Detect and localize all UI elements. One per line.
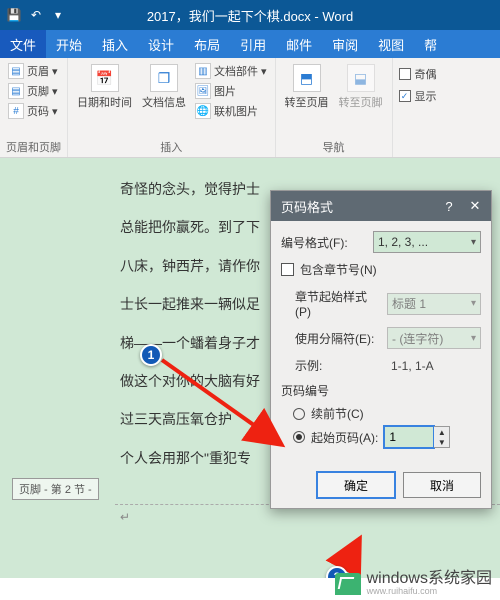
help-icon[interactable]: ?: [439, 196, 459, 216]
checkbox-icon: [399, 68, 411, 80]
onlinepicture-button[interactable]: 🌐联机图片: [193, 102, 269, 120]
spinner-up-icon[interactable]: ▲: [434, 427, 449, 437]
doc-text-line: 士长一起推来一辆似足: [4, 293, 284, 315]
dialog-titlebar[interactable]: 页码格式 ? ✕: [271, 191, 491, 221]
separator-dropdown[interactable]: - (连字符)▾: [387, 327, 481, 349]
footer-icon: ▤: [8, 83, 24, 99]
tab-review[interactable]: 审阅: [322, 30, 368, 58]
watermark-logo-icon: [335, 573, 361, 595]
chevron-down-icon: ▾: [471, 333, 476, 344]
ribbon-group-label: 导航: [282, 139, 386, 155]
tab-mailings[interactable]: 邮件: [276, 30, 322, 58]
ribbon-tabs: 文件 开始 插入 设计 布局 引用 邮件 审阅 视图 帮: [0, 30, 500, 58]
chevron-down-icon: ▾: [261, 65, 267, 78]
docinfo-icon: ❐: [150, 64, 178, 92]
pagenumber-icon: #: [8, 103, 24, 119]
header-icon: ▤: [8, 63, 24, 79]
gotoheader-icon: ⬒: [293, 64, 321, 92]
ribbon-group-label: 页眉和页脚: [6, 139, 61, 155]
radio-icon: [293, 408, 305, 420]
ribbon-group-nav: ⬒转至页眉 ⬓转至页脚 导航: [276, 58, 393, 157]
quickparts-button[interactable]: ▥文档部件▾: [193, 62, 269, 80]
doc-text-line: 总能把你赢死。到了下: [4, 216, 284, 238]
gotofooter-icon: ⬓: [347, 64, 375, 92]
save-icon[interactable]: 💾: [6, 7, 22, 23]
parts-icon: ▥: [195, 63, 211, 79]
watermark-text: windows系统家园: [367, 571, 492, 587]
chevron-down-icon: ▾: [52, 85, 58, 98]
header-button[interactable]: ▤页眉▾: [6, 62, 60, 80]
quickaccess-chevron-icon[interactable]: ▾: [50, 7, 66, 23]
tab-file[interactable]: 文件: [0, 30, 46, 58]
continue-prev-radio[interactable]: 续前节(C): [293, 405, 481, 422]
separator-label: 使用分隔符(E):: [295, 330, 381, 347]
checkbox-icon: ✓: [399, 90, 411, 102]
onlinepic-icon: 🌐: [195, 103, 211, 119]
start-at-radio[interactable]: 起始页码(A): ▲▼: [293, 426, 481, 448]
pagenumber-section-label: 页码编号: [281, 382, 481, 399]
dialog-title-text: 页码格式: [281, 197, 333, 216]
watermark-url: www.ruihaifu.com: [367, 587, 492, 596]
footer-button[interactable]: ▤页脚▾: [6, 82, 60, 100]
picture-button[interactable]: 🖼图片: [193, 82, 269, 100]
tab-home[interactable]: 开始: [46, 30, 92, 58]
doc-text-line: 奇怪的念头，觉得护士: [4, 178, 284, 200]
close-icon[interactable]: ✕: [465, 196, 485, 216]
number-format-dropdown[interactable]: 1, 2, 3, ...▾: [373, 231, 481, 253]
footer-section-marker: 页脚 - 第 2 节 -: [12, 478, 99, 500]
picture-icon: 🖼: [195, 83, 211, 99]
chevron-down-icon: ▾: [471, 237, 476, 248]
ribbon-group-headerfooter: ▤页眉▾ ▤页脚▾ #页码▾ 页眉和页脚: [0, 58, 68, 157]
page-number-format-dialog: 页码格式 ? ✕ 编号格式(F): 1, 2, 3, ...▾ 包含章节号(N)…: [270, 190, 492, 509]
chevron-down-icon: ▾: [52, 105, 58, 118]
start-at-input[interactable]: [384, 426, 434, 448]
window-title: 2017，我们一起下个棋.docx - Word: [147, 6, 353, 25]
undo-icon[interactable]: ↶: [28, 7, 44, 23]
include-chapter-checkbox[interactable]: 包含章节号(N): [281, 261, 481, 278]
chapter-start-label: 章节起始样式(P): [295, 288, 381, 319]
tab-layout[interactable]: 布局: [184, 30, 230, 58]
gotoheader-button[interactable]: ⬒转至页眉: [282, 62, 332, 112]
doc-text-line: 八床，钟西芹，请作你: [4, 255, 284, 277]
tab-view[interactable]: 视图: [368, 30, 414, 58]
titlebar: 💾 ↶ ▾ 2017，我们一起下个棋.docx - Word: [0, 0, 500, 30]
datetime-button[interactable]: 📅日期和时间: [74, 62, 135, 112]
chapter-start-dropdown[interactable]: 标题 1▾: [387, 293, 481, 315]
radio-icon: [293, 431, 305, 443]
doc-text-line: 个人会用那个"重犯专: [4, 447, 284, 469]
watermark: windows系统家园 www.ruihaifu.com: [335, 571, 492, 596]
ribbon: ▤页眉▾ ▤页脚▾ #页码▾ 页眉和页脚 📅日期和时间 ❐文档信息 ▥文档部件▾…: [0, 58, 500, 158]
docinfo-button[interactable]: ❐文档信息: [139, 62, 189, 112]
ribbon-group-insert: 📅日期和时间 ❐文档信息 ▥文档部件▾ 🖼图片 🌐联机图片 插入: [68, 58, 276, 157]
doc-text-line: 过三天高压氧仓护: [4, 408, 284, 430]
showdoc-checkbox[interactable]: ✓显示: [399, 88, 437, 104]
paragraph-mark-icon: ↵: [120, 510, 130, 524]
calendar-icon: 📅: [91, 64, 119, 92]
ribbon-group-label: 插入: [74, 139, 269, 155]
tab-design[interactable]: 设计: [138, 30, 184, 58]
include-chapter-label: 包含章节号(N): [300, 261, 377, 278]
annotation-badge-1: 1: [140, 344, 162, 366]
pagenumber-button[interactable]: #页码▾: [6, 102, 60, 120]
start-at-spinner[interactable]: ▲▼: [384, 426, 450, 448]
ok-button[interactable]: 确定: [317, 472, 395, 498]
tab-help[interactable]: 帮: [414, 30, 447, 58]
tab-insert[interactable]: 插入: [92, 30, 138, 58]
oddeven-checkbox[interactable]: 奇偶: [399, 66, 437, 82]
spinner-down-icon[interactable]: ▼: [434, 437, 449, 447]
chevron-down-icon: ▾: [471, 298, 476, 309]
document-page: 奇怪的念头，觉得护士 总能把你赢死。到了下 八床，钟西芹，请作你 士长一起推来一…: [4, 178, 284, 578]
example-value: 1-1, 1-A: [387, 359, 481, 373]
example-label: 示例:: [295, 357, 381, 374]
ribbon-group-options: 奇偶 ✓显示: [393, 58, 443, 157]
tab-references[interactable]: 引用: [230, 30, 276, 58]
checkbox-icon: [281, 263, 294, 276]
gotofooter-button[interactable]: ⬓转至页脚: [336, 62, 386, 112]
chevron-down-icon: ▾: [52, 65, 58, 78]
cancel-button[interactable]: 取消: [403, 472, 481, 498]
number-format-label: 编号格式(F):: [281, 234, 367, 251]
doc-text-line: 做这个对你的大脑有好: [4, 370, 284, 392]
